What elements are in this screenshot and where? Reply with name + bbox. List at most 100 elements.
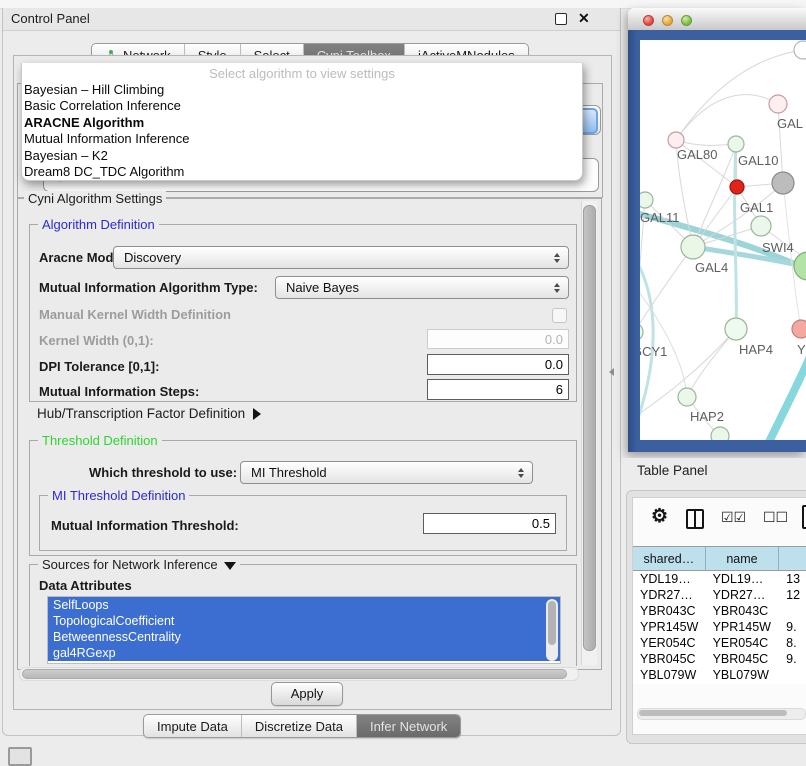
network-edge[interactable]	[687, 329, 736, 397]
node-label: GAL	[777, 116, 803, 131]
data-attributes-list[interactable]: SelfLoopsTopologicalCoefficientBetweenne…	[47, 596, 561, 664]
network-edge[interactable]	[640, 245, 653, 440]
splitter-collapse-icon[interactable]	[609, 368, 614, 376]
column-header[interactable]	[779, 547, 806, 570]
table-row[interactable]: YBL079WYBL079W	[633, 667, 806, 683]
mi-algorithm-type-combobox[interactable]: Naive Bayes	[275, 276, 569, 299]
table-cell	[779, 667, 806, 683]
list-item[interactable]: BetweennessCentrality	[48, 629, 560, 645]
float-window-icon[interactable]	[555, 13, 567, 25]
tab-label: Discretize Data	[255, 719, 343, 734]
list-scrollbar[interactable]	[546, 599, 558, 661]
network-node[interactable]	[751, 216, 771, 236]
table-cell: YLR345W	[633, 683, 706, 684]
network-node[interactable]	[640, 192, 653, 208]
dpi-tolerance-input[interactable]: 0.0	[427, 354, 569, 375]
expanded-arrow-icon[interactable]	[224, 562, 236, 570]
split-columns-icon[interactable]	[686, 509, 704, 529]
tab-infer-network[interactable]: Infer Network	[356, 715, 460, 737]
which-threshold-combobox[interactable]: MI Threshold	[240, 461, 533, 484]
dropdown-item[interactable]: ARACNE Algorithm	[22, 115, 582, 131]
network-canvas[interactable]: GALGAL80GAL10GAL11GAL1GAL4SWI4GCY1HAP4YH…	[640, 40, 806, 440]
network-node[interactable]	[794, 252, 806, 280]
apply-button[interactable]: Apply	[271, 682, 343, 706]
network-node[interactable]	[728, 136, 744, 152]
dock-panel-icon[interactable]	[8, 747, 32, 766]
collapsed-arrow-icon[interactable]	[253, 408, 261, 420]
list-item[interactable]: TopologicalCoefficient	[48, 613, 560, 629]
network-edge[interactable]	[676, 140, 736, 145]
combobox-stepper-icon	[554, 283, 560, 293]
dropdown-item[interactable]: Bayesian – Hill Climbing	[22, 82, 582, 98]
network-node[interactable]	[730, 180, 744, 194]
window-zoom-icon[interactable]	[681, 15, 692, 26]
table-cell: YLR345W	[706, 683, 780, 684]
network-node[interactable]	[668, 132, 684, 148]
combobox-stepper-icon	[554, 253, 560, 263]
network-node[interactable]	[681, 235, 705, 259]
network-node[interactable]	[678, 388, 696, 406]
kernel-width-label: Kernel Width (0,1):	[39, 333, 154, 348]
table-row[interactable]: YDR27…YDR27…12	[633, 587, 806, 603]
list-item[interactable]: SelfLoops	[48, 597, 560, 613]
network-edge[interactable]	[676, 95, 778, 140]
scrollbar-thumb[interactable]	[22, 669, 567, 679]
tab-discretize-data[interactable]: Discretize Data	[241, 715, 356, 737]
algorithm-dropdown-popup: Select algorithm to view settings Bayesi…	[21, 63, 583, 181]
kernel-width-input[interactable]: 0.0	[427, 329, 569, 349]
tab-impute-data[interactable]: Impute Data	[144, 715, 241, 737]
table-cell: 9.	[779, 651, 806, 667]
table-cell: YDL19…	[706, 571, 780, 587]
manual-kernel-width-checkbox[interactable]	[552, 308, 567, 323]
unselect-all-columns-icon[interactable]: ☐☐	[763, 510, 788, 524]
dropdown-item[interactable]: Basic Correlation Inference	[22, 98, 582, 114]
scrollbar-thumb[interactable]	[583, 205, 596, 651]
network-node[interactable]	[769, 95, 787, 113]
combobox-value: Naive Bayes	[286, 280, 359, 295]
data-attributes-label: Data Attributes	[39, 578, 132, 593]
table-row[interactable]: YPR145WYPR145W9.	[633, 619, 806, 635]
close-icon[interactable]: ✕	[578, 10, 590, 27]
table-row[interactable]: YDL19…YDL19…13	[633, 571, 806, 587]
list-item[interactable]: gal4RGexp	[48, 645, 560, 661]
aracne-mode-combobox[interactable]: Discovery	[113, 246, 569, 269]
node-label: GAL11	[640, 210, 680, 225]
column-header[interactable]: name	[706, 547, 780, 570]
network-node[interactable]	[794, 41, 806, 59]
combobox-value: Discovery	[124, 250, 181, 265]
select-all-columns-icon[interactable]: ☑☑	[721, 510, 746, 524]
table-cell: YDR27…	[633, 587, 706, 603]
node-label: HAP4	[739, 342, 773, 357]
network-node[interactable]	[640, 323, 643, 341]
table-row[interactable]: YLR345WYLR345W9.	[633, 683, 806, 684]
group-title: Cyni Algorithm Settings	[24, 191, 166, 206]
document-icon[interactable]	[802, 505, 806, 529]
window-minimize-icon[interactable]	[662, 15, 673, 26]
dropdown-item[interactable]: Dream8 DC_TDC Algorithm	[22, 164, 582, 180]
table-row[interactable]: YBR045CYBR045C9.	[633, 651, 806, 667]
scrollbar-thumb[interactable]	[639, 710, 787, 716]
dropdown-placeholder: Select algorithm to view settings	[22, 65, 582, 82]
table-row[interactable]: YER054CYER054C8.	[633, 635, 806, 651]
dropdown-item[interactable]: Mutual Information Inference	[22, 131, 582, 147]
scrollbar-thumb[interactable]	[548, 601, 556, 645]
table-cell: YDL19…	[633, 571, 706, 587]
network-node[interactable]	[711, 427, 729, 440]
hub-transcription-factor-section[interactable]: Hub/Transcription Factor Definition	[37, 406, 261, 421]
mi-threshold-input[interactable]: 0.5	[423, 513, 556, 534]
dropdown-item[interactable]: Bayesian – K2	[22, 148, 582, 164]
network-window-titlebar[interactable]	[628, 8, 806, 31]
column-header[interactable]: shared…	[633, 547, 706, 570]
network-graph[interactable]: GALGAL80GAL10GAL11GAL1GAL4SWI4GCY1HAP4YH…	[640, 40, 806, 440]
mi-steps-input[interactable]: 6	[427, 379, 569, 400]
gear-icon[interactable]: ⚙	[651, 507, 668, 527]
network-node[interactable]	[772, 172, 794, 194]
table-row[interactable]: YBR043CYBR043C	[633, 603, 806, 619]
table-cell: YER054C	[706, 635, 780, 651]
table-cell: YBL079W	[706, 667, 780, 683]
which-threshold-label: Which threshold to use:	[89, 465, 237, 480]
window-close-icon[interactable]	[643, 15, 654, 26]
network-node[interactable]	[792, 320, 806, 338]
table-cell: YBR045C	[633, 651, 706, 667]
network-node[interactable]	[725, 318, 747, 340]
